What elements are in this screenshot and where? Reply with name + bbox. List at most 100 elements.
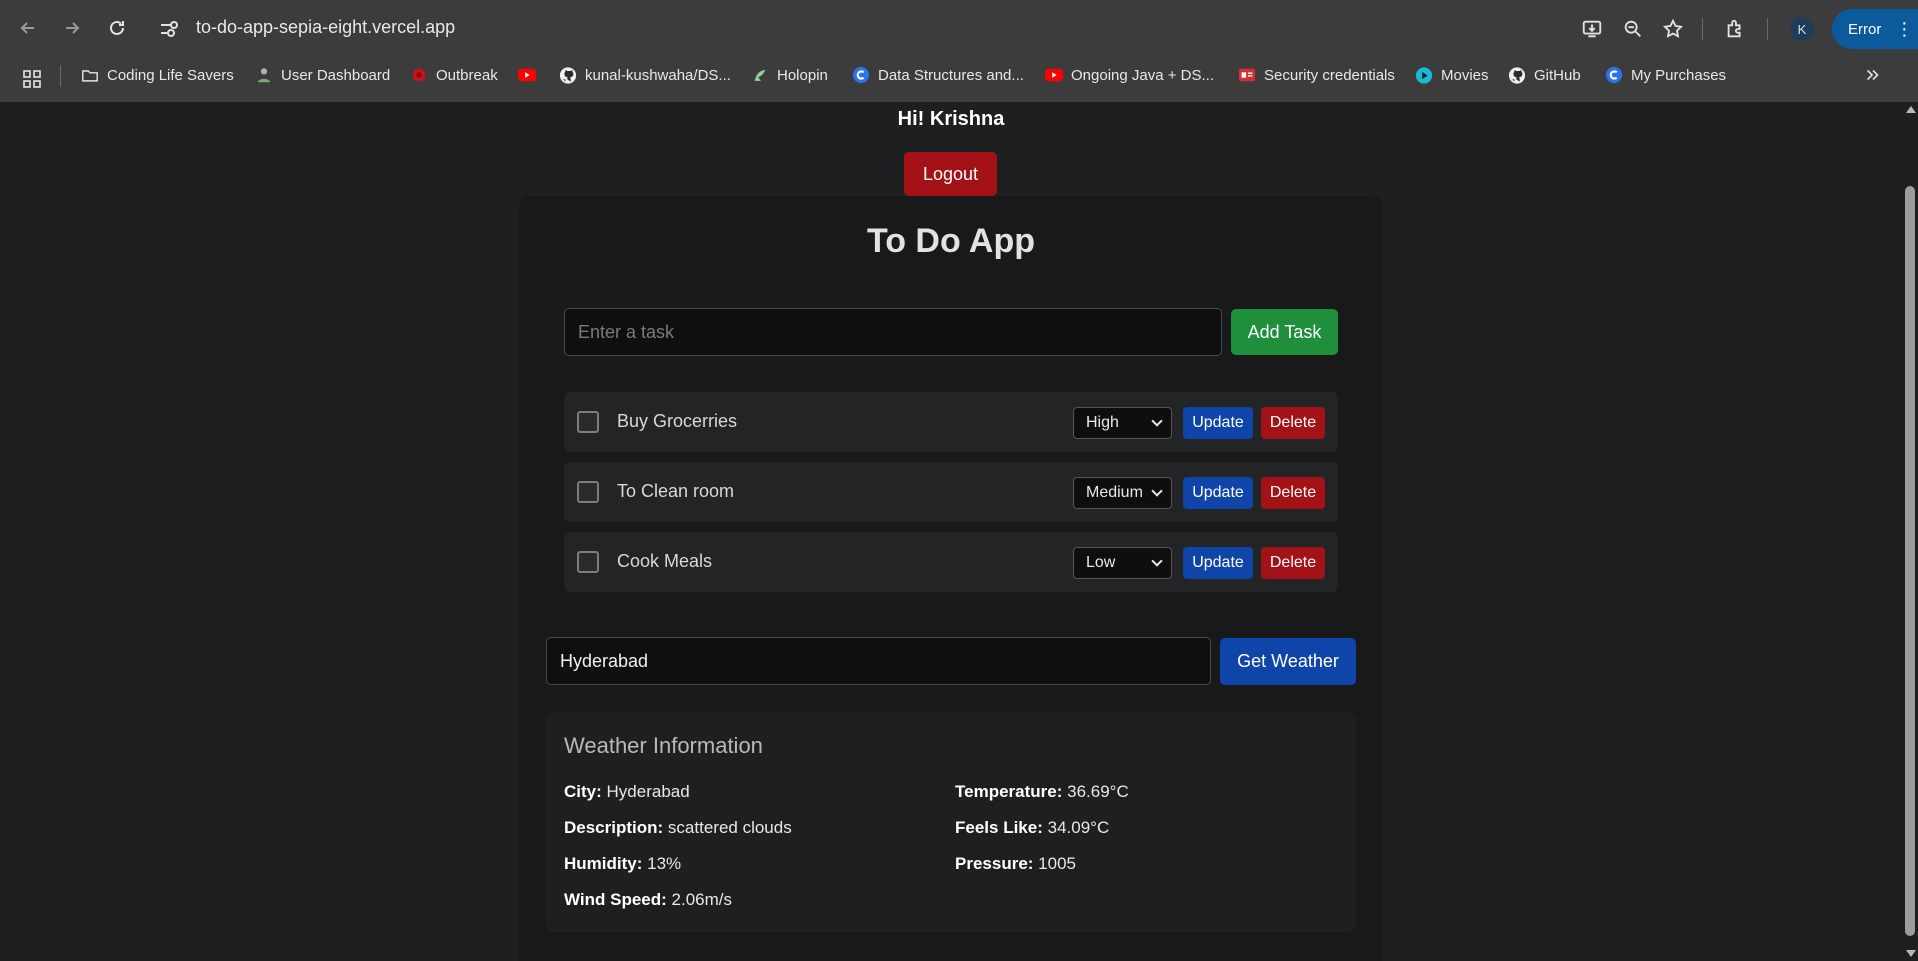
weather-heading: Weather Information	[564, 733, 763, 758]
bookmark-label: Coding Life Savers	[107, 66, 234, 84]
bookmark-label: Ongoing Java + DS...	[1071, 66, 1214, 84]
address-bar-url[interactable]: to-do-app-sepia-eight.vercel.app	[196, 17, 455, 38]
weather-pressure: Pressure: 1005	[955, 854, 1076, 873]
youtube-icon	[518, 66, 536, 84]
bookmark-data-structures[interactable]: Data Structures and...	[852, 63, 1024, 87]
weather-humidity: Humidity: 13%	[564, 854, 682, 873]
chevron-down-icon	[1151, 415, 1163, 427]
update-button[interactable]: Update	[1183, 407, 1253, 439]
bookmark-label: Data Structures and...	[878, 66, 1024, 84]
bookmark-my-purchases[interactable]: My Purchases	[1605, 63, 1726, 87]
scroll-thumb[interactable]	[1905, 186, 1915, 936]
chevron-down-icon	[1151, 485, 1163, 497]
update-button[interactable]: Update	[1183, 477, 1253, 509]
bookmark-holopin[interactable]: Holopin	[751, 63, 828, 87]
youtube-icon	[1045, 66, 1063, 84]
task-checkbox[interactable]	[577, 551, 599, 573]
chevron-down-icon	[1151, 555, 1163, 567]
page-content: Hi! Krishna Logout To Do App Add Task Bu…	[0, 102, 1902, 961]
bookmark-label: kunal-kushwaha/DS...	[585, 66, 731, 84]
zoom-icon[interactable]	[1619, 15, 1647, 43]
bookmark-github[interactable]: GitHub	[1508, 63, 1581, 87]
folder-icon	[81, 66, 99, 84]
delete-button[interactable]: Delete	[1261, 407, 1325, 439]
holopin-icon	[751, 66, 769, 84]
movies-icon	[1415, 66, 1433, 84]
reload-icon[interactable]	[97, 8, 137, 48]
more-menu-icon: ⋮	[1895, 19, 1914, 39]
weather-info-panel: Weather Information City: Hyderabad Desc…	[546, 712, 1356, 932]
bookmark-user-dashboard[interactable]: User Dashboard	[255, 63, 390, 87]
more-bookmarks-icon[interactable]	[1864, 63, 1882, 87]
priority-value: Low	[1086, 554, 1116, 571]
coursera-icon	[1605, 66, 1623, 84]
toolbar-divider	[1702, 18, 1703, 40]
task-row: To Clean room Medium Update Delete	[564, 462, 1338, 522]
toolbar-divider	[1767, 18, 1768, 40]
task-checkbox[interactable]	[577, 411, 599, 433]
priority-select[interactable]: Low	[1073, 547, 1172, 579]
bookmarks-divider	[60, 65, 61, 87]
coursera-icon	[852, 66, 870, 84]
priority-select[interactable]: High	[1073, 407, 1172, 439]
weather-feels-like: Feels Like: 34.09°C	[955, 818, 1110, 837]
browser-chrome: to-do-app-sepia-eight.vercel.app K Error…	[0, 0, 1918, 102]
task-name: Buy Grocerries	[617, 411, 738, 431]
extensions-icon[interactable]	[1721, 15, 1749, 43]
install-app-icon[interactable]	[1578, 15, 1606, 43]
apps-grid-icon[interactable]	[22, 67, 42, 91]
bookmark-star-icon[interactable]	[1659, 15, 1687, 43]
browser-toolbar: to-do-app-sepia-eight.vercel.app K Error…	[0, 0, 1918, 57]
profile-avatar[interactable]: K	[1790, 17, 1814, 41]
weather-temperature: Temperature: 36.69°C	[955, 782, 1129, 801]
bookmark-label: User Dashboard	[281, 66, 391, 84]
github-icon	[559, 66, 577, 84]
update-button[interactable]: Update	[1183, 547, 1253, 579]
task-input[interactable]	[564, 308, 1222, 356]
error-label: Error	[1848, 20, 1882, 38]
bookmark-ongoing-java[interactable]: Ongoing Java + DS...	[1045, 63, 1214, 87]
site-info-icon[interactable]	[158, 18, 180, 40]
delete-button[interactable]: Delete	[1261, 477, 1325, 509]
get-weather-button[interactable]: Get Weather	[1220, 638, 1356, 685]
task-name: To Clean room	[617, 481, 735, 501]
bookmark-label: Outbreak	[436, 66, 498, 84]
weather-city: City: Hyderabad	[564, 782, 690, 801]
delete-button[interactable]: Delete	[1261, 547, 1325, 579]
weather-description: Description: scattered clouds	[564, 818, 792, 837]
bookmark-coding-life-savers[interactable]: Coding Life Savers	[81, 63, 234, 87]
logout-button[interactable]: Logout	[904, 152, 997, 196]
user-dashboard-icon	[255, 66, 273, 84]
forward-icon[interactable]	[52, 8, 92, 48]
bookmark-label: My Purchases	[1631, 66, 1727, 84]
bookmark-outbreak[interactable]: Outbreak	[410, 63, 498, 87]
bookmark-security-credentials[interactable]: Security credentials	[1238, 63, 1395, 87]
credentials-icon	[1238, 66, 1256, 84]
add-task-button[interactable]: Add Task	[1231, 309, 1338, 355]
github-icon	[1508, 66, 1526, 84]
app-title: To Do App	[866, 222, 1036, 260]
priority-value: High	[1086, 414, 1119, 431]
priority-select[interactable]: Medium	[1073, 477, 1172, 509]
error-button[interactable]: Error ⋮	[1832, 9, 1918, 49]
bookmark-label: Security credentials	[1264, 66, 1395, 84]
bookmark-movies[interactable]: Movies	[1415, 63, 1489, 87]
back-icon[interactable]	[8, 8, 48, 48]
task-row: Buy Grocerries High Update Delete	[564, 392, 1338, 452]
bookmark-label: Holopin	[777, 66, 828, 84]
scroll-up-arrow-icon[interactable]	[1906, 106, 1916, 113]
bookmark-label: Movies	[1441, 66, 1489, 84]
bookmark-label: GitHub	[1534, 66, 1581, 84]
outbreak-icon	[410, 66, 428, 84]
page-scrollbar[interactable]	[1902, 102, 1918, 961]
weather-wind-speed: Wind Speed: 2.06m/s	[564, 890, 733, 909]
priority-value: Medium	[1086, 484, 1143, 501]
task-name: Cook Meals	[617, 551, 713, 571]
city-input[interactable]	[546, 637, 1211, 685]
greeting-text: Hi! Krishna	[897, 108, 1005, 130]
task-row: Cook Meals Low Update Delete	[564, 532, 1338, 592]
bookmark-youtube[interactable]	[518, 63, 544, 87]
bookmark-kunal-kushwaha-ds[interactable]: kunal-kushwaha/DS...	[559, 63, 731, 87]
scroll-down-arrow-icon[interactable]	[1906, 950, 1916, 957]
task-checkbox[interactable]	[577, 481, 599, 503]
